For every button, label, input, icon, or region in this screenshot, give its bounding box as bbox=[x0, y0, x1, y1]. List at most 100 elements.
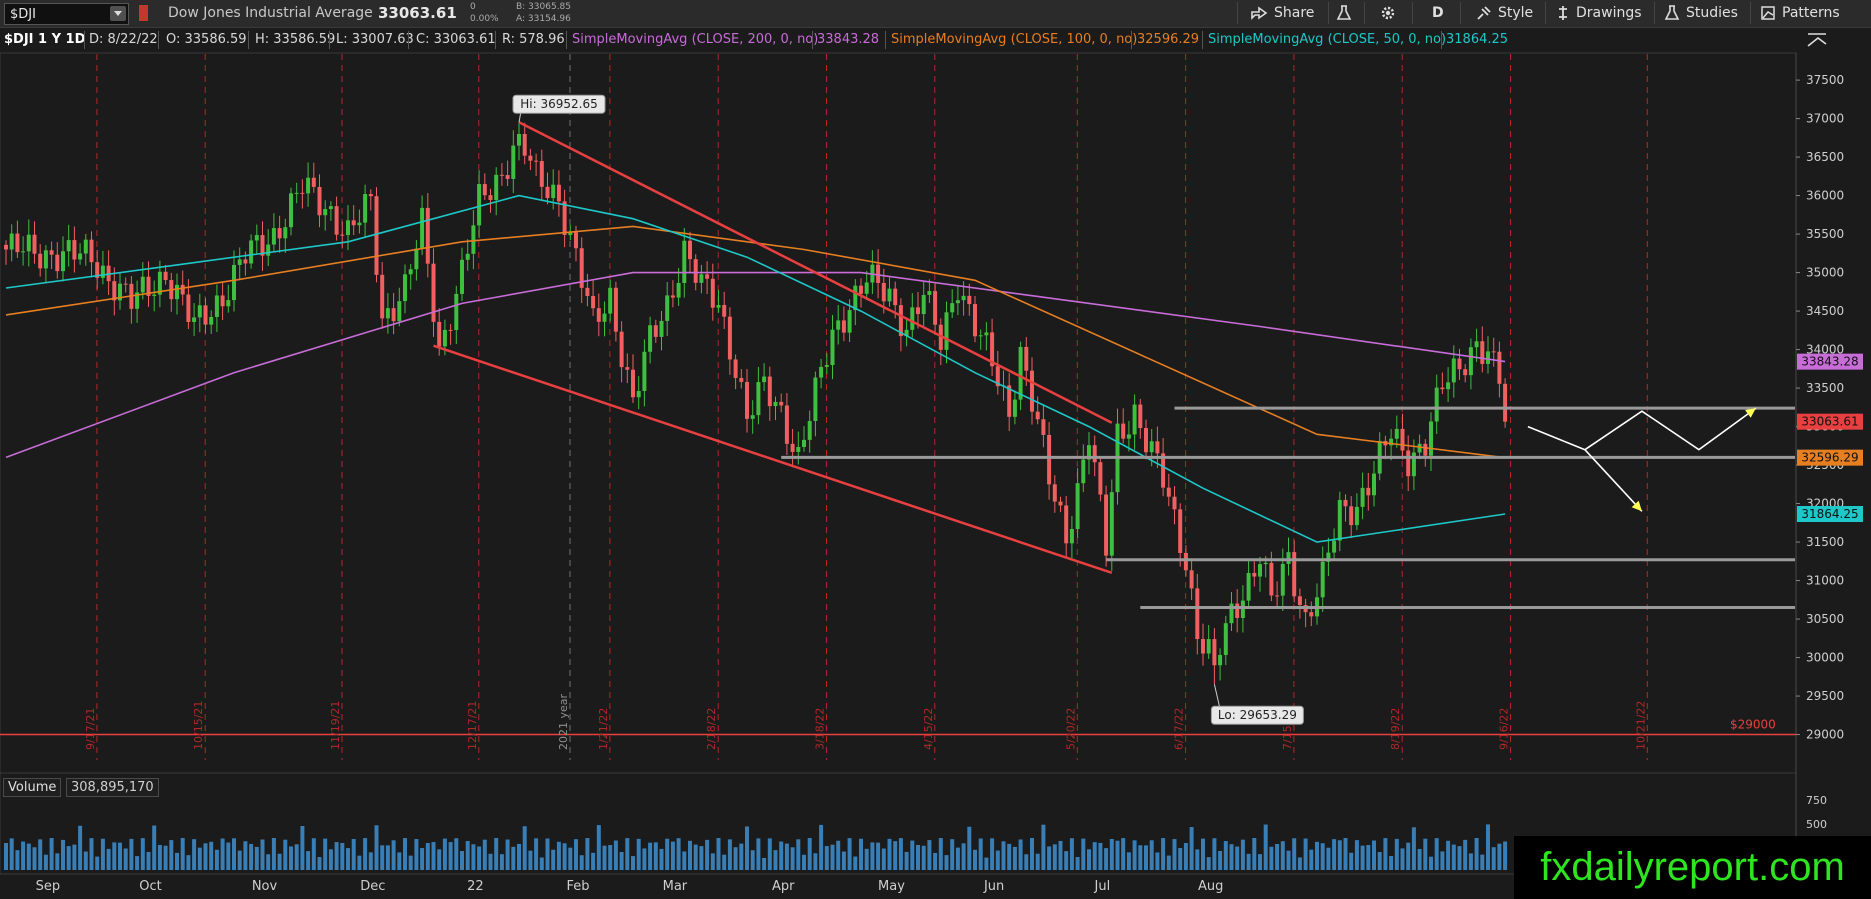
candle-body bbox=[955, 300, 960, 304]
candle-body bbox=[973, 304, 977, 337]
volume-bar bbox=[100, 838, 105, 870]
volume-bar bbox=[346, 848, 350, 870]
volume-bar bbox=[688, 840, 692, 870]
candle-body bbox=[311, 177, 316, 187]
candle-body bbox=[237, 259, 242, 265]
candle-body bbox=[15, 233, 20, 253]
candle-body bbox=[283, 227, 288, 239]
volume-bar bbox=[1149, 840, 1154, 870]
volume-bar bbox=[374, 825, 379, 870]
volume-bar bbox=[442, 838, 447, 870]
volume-bar bbox=[1411, 827, 1416, 870]
volume-bar bbox=[209, 841, 214, 870]
volume-bar bbox=[72, 844, 77, 870]
volume-bar bbox=[1383, 838, 1388, 870]
volume-bar bbox=[682, 851, 687, 870]
volume-bar bbox=[249, 843, 254, 870]
volume-bar bbox=[334, 842, 339, 870]
candle-body bbox=[380, 274, 385, 319]
candle-body bbox=[665, 295, 670, 321]
projection-path[interactable] bbox=[1527, 407, 1757, 451]
candle-body bbox=[340, 234, 345, 236]
volume-bar bbox=[745, 826, 749, 870]
volume-bar bbox=[1201, 838, 1205, 870]
candle-body bbox=[1201, 639, 1205, 654]
candle-body bbox=[66, 240, 71, 252]
volume-bar bbox=[534, 838, 539, 870]
price-flag-label: 31864.25 bbox=[1801, 507, 1858, 521]
volume-bar bbox=[300, 825, 305, 870]
candle-body bbox=[819, 366, 824, 378]
volume-bar bbox=[568, 847, 573, 870]
price-flag-label: 33843.28 bbox=[1801, 355, 1858, 369]
volume-bar bbox=[186, 855, 191, 870]
candle-body bbox=[1121, 423, 1126, 439]
candle-body bbox=[294, 192, 299, 194]
candle-body bbox=[1400, 428, 1405, 451]
volume-bar bbox=[1434, 838, 1439, 870]
y-tick-label: 33500 bbox=[1806, 381, 1844, 395]
y-tick-label: 37500 bbox=[1806, 73, 1844, 87]
volume-bar bbox=[260, 839, 265, 870]
volume-bar bbox=[927, 840, 932, 870]
candle-body bbox=[100, 265, 105, 278]
volume-bar bbox=[1172, 839, 1177, 870]
expiration-date-label: 11/19/21 bbox=[329, 701, 342, 750]
candle-body bbox=[38, 253, 43, 269]
candle-body bbox=[613, 287, 618, 332]
candle-body bbox=[1041, 419, 1046, 435]
candle-body bbox=[824, 365, 829, 367]
x-month-label: Sep bbox=[36, 879, 61, 894]
candle-body bbox=[152, 294, 157, 296]
candle-body bbox=[266, 244, 271, 256]
volume-bar bbox=[773, 850, 778, 870]
candle-body bbox=[197, 305, 202, 318]
candle-body bbox=[967, 295, 972, 305]
projection-path[interactable] bbox=[1584, 449, 1643, 512]
volume-bar bbox=[232, 838, 236, 870]
candle-body bbox=[796, 446, 801, 452]
volume-bar bbox=[1280, 841, 1285, 870]
candle-body bbox=[762, 376, 767, 383]
volume-bar bbox=[1366, 845, 1371, 870]
trendline[interactable] bbox=[433, 344, 1113, 575]
candle-body bbox=[813, 377, 818, 422]
volume-bar bbox=[1058, 840, 1063, 870]
y-tick-label: 31500 bbox=[1806, 535, 1844, 549]
volume-bar bbox=[665, 838, 670, 870]
candle-body bbox=[1047, 434, 1052, 485]
volume-bar bbox=[1087, 849, 1091, 870]
candle-body bbox=[517, 133, 521, 146]
candle-body bbox=[1417, 443, 1422, 453]
x-month-label: Dec bbox=[360, 879, 385, 894]
candle-body bbox=[1018, 346, 1023, 400]
candle-body bbox=[61, 251, 65, 272]
drawing-tool-icon[interactable] bbox=[1807, 33, 1827, 47]
volume-bar bbox=[55, 853, 60, 870]
volume-bar bbox=[420, 848, 425, 870]
low-callout-label: Lo: 29653.29 bbox=[1218, 708, 1297, 722]
candle-body bbox=[659, 320, 664, 337]
volume-bar bbox=[157, 844, 162, 870]
volume-bar bbox=[1144, 845, 1148, 870]
volume-bar bbox=[1218, 850, 1223, 870]
candle-body bbox=[1155, 441, 1160, 454]
volume-bar bbox=[118, 842, 122, 870]
volume-bar bbox=[916, 844, 920, 870]
volume-bar bbox=[203, 843, 208, 870]
price-chart[interactable]: 2900029500300003050031000315003200032500… bbox=[0, 0, 1871, 899]
volume-bar bbox=[1189, 827, 1194, 870]
candle-body bbox=[1406, 450, 1411, 477]
y-tick-label: 29000 bbox=[1806, 728, 1844, 742]
x-month-label: Mar bbox=[663, 879, 688, 894]
volume-bar bbox=[1047, 846, 1052, 870]
volume-bar bbox=[43, 854, 48, 870]
candle-body bbox=[693, 259, 698, 283]
volume-bar bbox=[1292, 838, 1297, 870]
candle-body bbox=[209, 316, 214, 325]
volume-bar bbox=[944, 855, 949, 870]
volume-bar bbox=[938, 838, 943, 870]
volume-bar bbox=[152, 825, 157, 870]
volume-bar bbox=[1041, 824, 1046, 870]
candle-body bbox=[978, 335, 983, 337]
